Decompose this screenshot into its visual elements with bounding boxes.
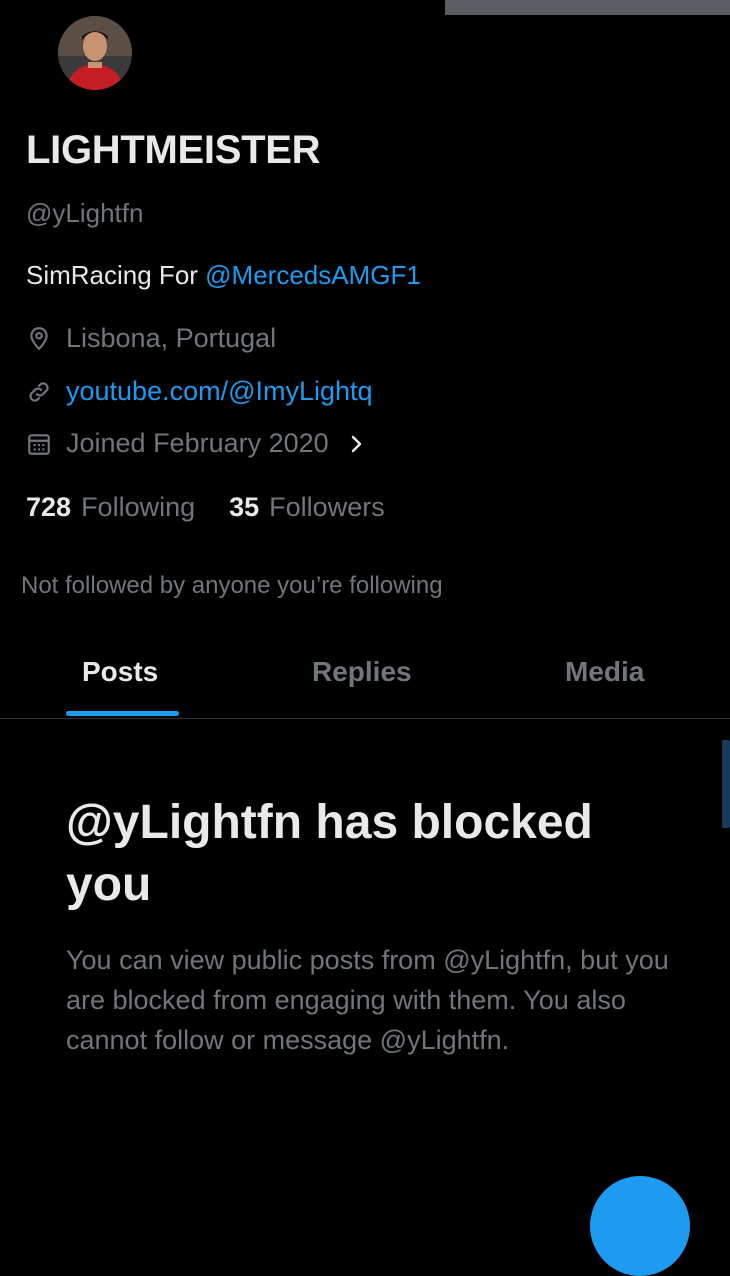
compose-fab[interactable] (590, 1176, 690, 1276)
profile-stats: 728 Following 35 Followers (26, 492, 419, 523)
calendar-icon (26, 431, 52, 457)
joined-row[interactable]: Joined February 2020 (26, 428, 367, 459)
followers-label: Followers (269, 492, 385, 522)
following-stat[interactable]: 728 Following (26, 492, 195, 523)
following-label: Following (81, 492, 196, 522)
active-tab-indicator (66, 711, 179, 716)
banner-edge (445, 0, 730, 15)
bio-text: SimRacing For (26, 260, 206, 290)
tab-replies[interactable]: Replies (312, 656, 412, 688)
location-pin-icon (26, 326, 52, 352)
scrollbar[interactable] (722, 740, 730, 828)
avatar-image (58, 16, 132, 90)
followed-by-note: Not followed by anyone you’re following (21, 572, 443, 599)
bio-mention-link[interactable]: @MercedsAMGF1 (205, 260, 421, 290)
profile-tabs: Posts Replies Media (0, 640, 730, 719)
link-icon (26, 379, 52, 405)
followers-stat[interactable]: 35 Followers (229, 492, 385, 523)
following-count: 728 (26, 492, 72, 522)
joined-text: Joined February 2020 (66, 428, 329, 458)
tab-posts[interactable]: Posts (82, 656, 158, 688)
display-name: LIGHTMEISTER (26, 128, 321, 172)
location-text: Lisbona, Portugal (66, 323, 277, 353)
tab-media[interactable]: Media (565, 656, 644, 688)
top-bar (0, 0, 730, 16)
website-link[interactable]: youtube.com/@ImyLightq (66, 376, 373, 407)
bio: SimRacing For @MercedsAMGF1 (26, 260, 421, 291)
blocked-description: You can view public posts from @yLightfn… (66, 945, 669, 1055)
profile-handle: @yLightfn (26, 198, 144, 228)
blocked-title: @yLightfn has blocked you (66, 796, 593, 911)
website-row: youtube.com/@ImyLightq (26, 376, 373, 407)
location-row: Lisbona, Portugal (26, 323, 276, 354)
chevron-right-icon (347, 431, 367, 457)
avatar[interactable] (58, 16, 132, 90)
followers-count: 35 (229, 492, 260, 522)
